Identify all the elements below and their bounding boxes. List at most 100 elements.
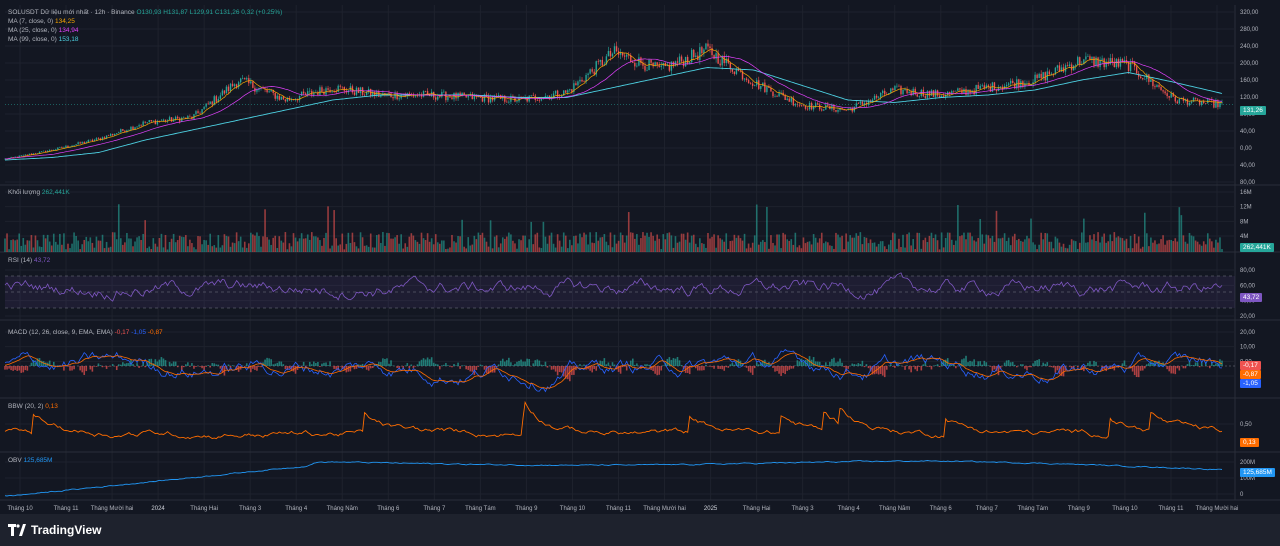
volume-bar [822,243,825,252]
macd-histogram-bar [593,366,595,370]
macd-histogram-bar [510,362,512,366]
volume-bar [664,239,667,252]
candle [81,142,83,144]
volume-bar [441,240,443,252]
volume-bar [1127,248,1130,252]
candle [591,69,593,72]
candle [1162,90,1164,92]
volume-bar [12,239,14,252]
tradingview-logo[interactable]: TradingView [8,523,101,537]
macd-histogram-bar [260,366,262,368]
macd-histogram-bar [1182,366,1185,369]
candle [884,90,886,95]
bbw-label[interactable]: BBW (20, 2) [8,403,43,410]
macd-histogram-bar [609,366,612,367]
volume-bar [300,233,303,252]
volume-bar [837,234,839,252]
candle [719,63,721,66]
candle [1079,57,1081,65]
macd-histogram-bar [674,358,677,366]
volume-bar [859,232,862,252]
volume-bar [73,232,75,252]
macd-histogram-bar [1087,362,1089,366]
x-axis-label: Tháng Tám [1018,506,1049,512]
volume-bar [877,243,880,252]
macd-histogram-bar [727,366,730,368]
price-axis-label: 320,00 [1240,10,1259,16]
volume-bar [1018,238,1020,252]
volume-label[interactable]: Khối lượng [8,189,40,196]
volume-bar [534,234,537,252]
macd-histogram-bar [1095,361,1097,366]
macd-histogram-bar [798,361,801,366]
candle [118,132,120,134]
macd-histogram-bar [317,361,319,366]
candle [981,85,983,86]
macd-histogram-bar [967,362,969,366]
candle [20,155,22,157]
volume-bar [609,232,612,252]
macd-histogram-bar [755,362,758,366]
volume-bar [315,236,317,252]
macd-histogram-bar [524,361,526,366]
candle [83,142,85,144]
volume-bar [1040,232,1042,252]
macd-label[interactable]: MACD (12, 26, close, 9, EMA, EMA) [8,329,113,336]
volume-bar [585,234,587,252]
volume-bar [250,232,252,252]
volume-bar [672,247,675,252]
volume-bar [1036,249,1038,252]
macd-histogram-bar [747,366,750,372]
price-axis-label: 200,00 [1240,61,1259,67]
volume-bar [818,238,821,252]
volume-bar [156,246,159,252]
obv-label[interactable]: OBV [8,457,22,464]
volume-bar [1170,239,1173,252]
price-axis-label: 240,00 [1240,44,1259,50]
volume-bar [1143,212,1146,252]
volume-bar [642,232,644,252]
macd-histogram-bar [776,366,778,372]
symbol-label[interactable]: SOLUSDT Dữ liệu mới nhất · 12h · Binance [8,9,135,16]
rsi-label[interactable]: RSI (14) [8,257,32,264]
candle [79,142,81,144]
volume-bar [329,248,331,252]
candle [1160,86,1162,91]
macd-histogram-bar [857,363,860,366]
macd-histogram-bar [57,365,59,366]
candle [1154,86,1156,88]
candle [339,85,341,87]
macd-histogram-bar [1048,366,1051,367]
macd-histogram-bar [479,364,482,366]
volume-bar [416,241,419,252]
candle [111,133,114,136]
volume-bar [209,233,212,252]
candle [89,139,92,141]
volume-bar [1131,248,1134,252]
volume-bar [278,236,281,252]
volume-bar [408,236,411,252]
candle [686,56,689,64]
volume-bar [410,233,413,252]
macd-histogram-bar [863,366,866,368]
candle [611,53,614,57]
ma99-label[interactable]: MA (99, close, 0) [8,36,57,43]
trading-chart[interactable]: Tháng 10 Tháng 11 Tháng Mười hai 2024 Tháng … [0,0,1280,546]
volume-bar [800,248,803,252]
macd-histogram-bar [321,363,323,366]
volume-bar [581,237,583,252]
volume-bar [420,232,423,252]
macd-histogram-bar [120,364,122,366]
volume-bar [556,234,559,252]
macd-histogram-bar [406,363,409,366]
volume-bar [331,245,333,252]
volume-bar [48,241,51,252]
macd-histogram-bar [276,362,279,366]
candle [1217,100,1219,108]
volume-bar [105,241,108,252]
volume-bar [130,238,132,252]
volume-bar [371,247,374,252]
ma25-label[interactable]: MA (25, close, 0) [8,27,57,34]
volume-bar [516,248,518,252]
ma7-label[interactable]: MA (7, close, 0) [8,18,53,25]
